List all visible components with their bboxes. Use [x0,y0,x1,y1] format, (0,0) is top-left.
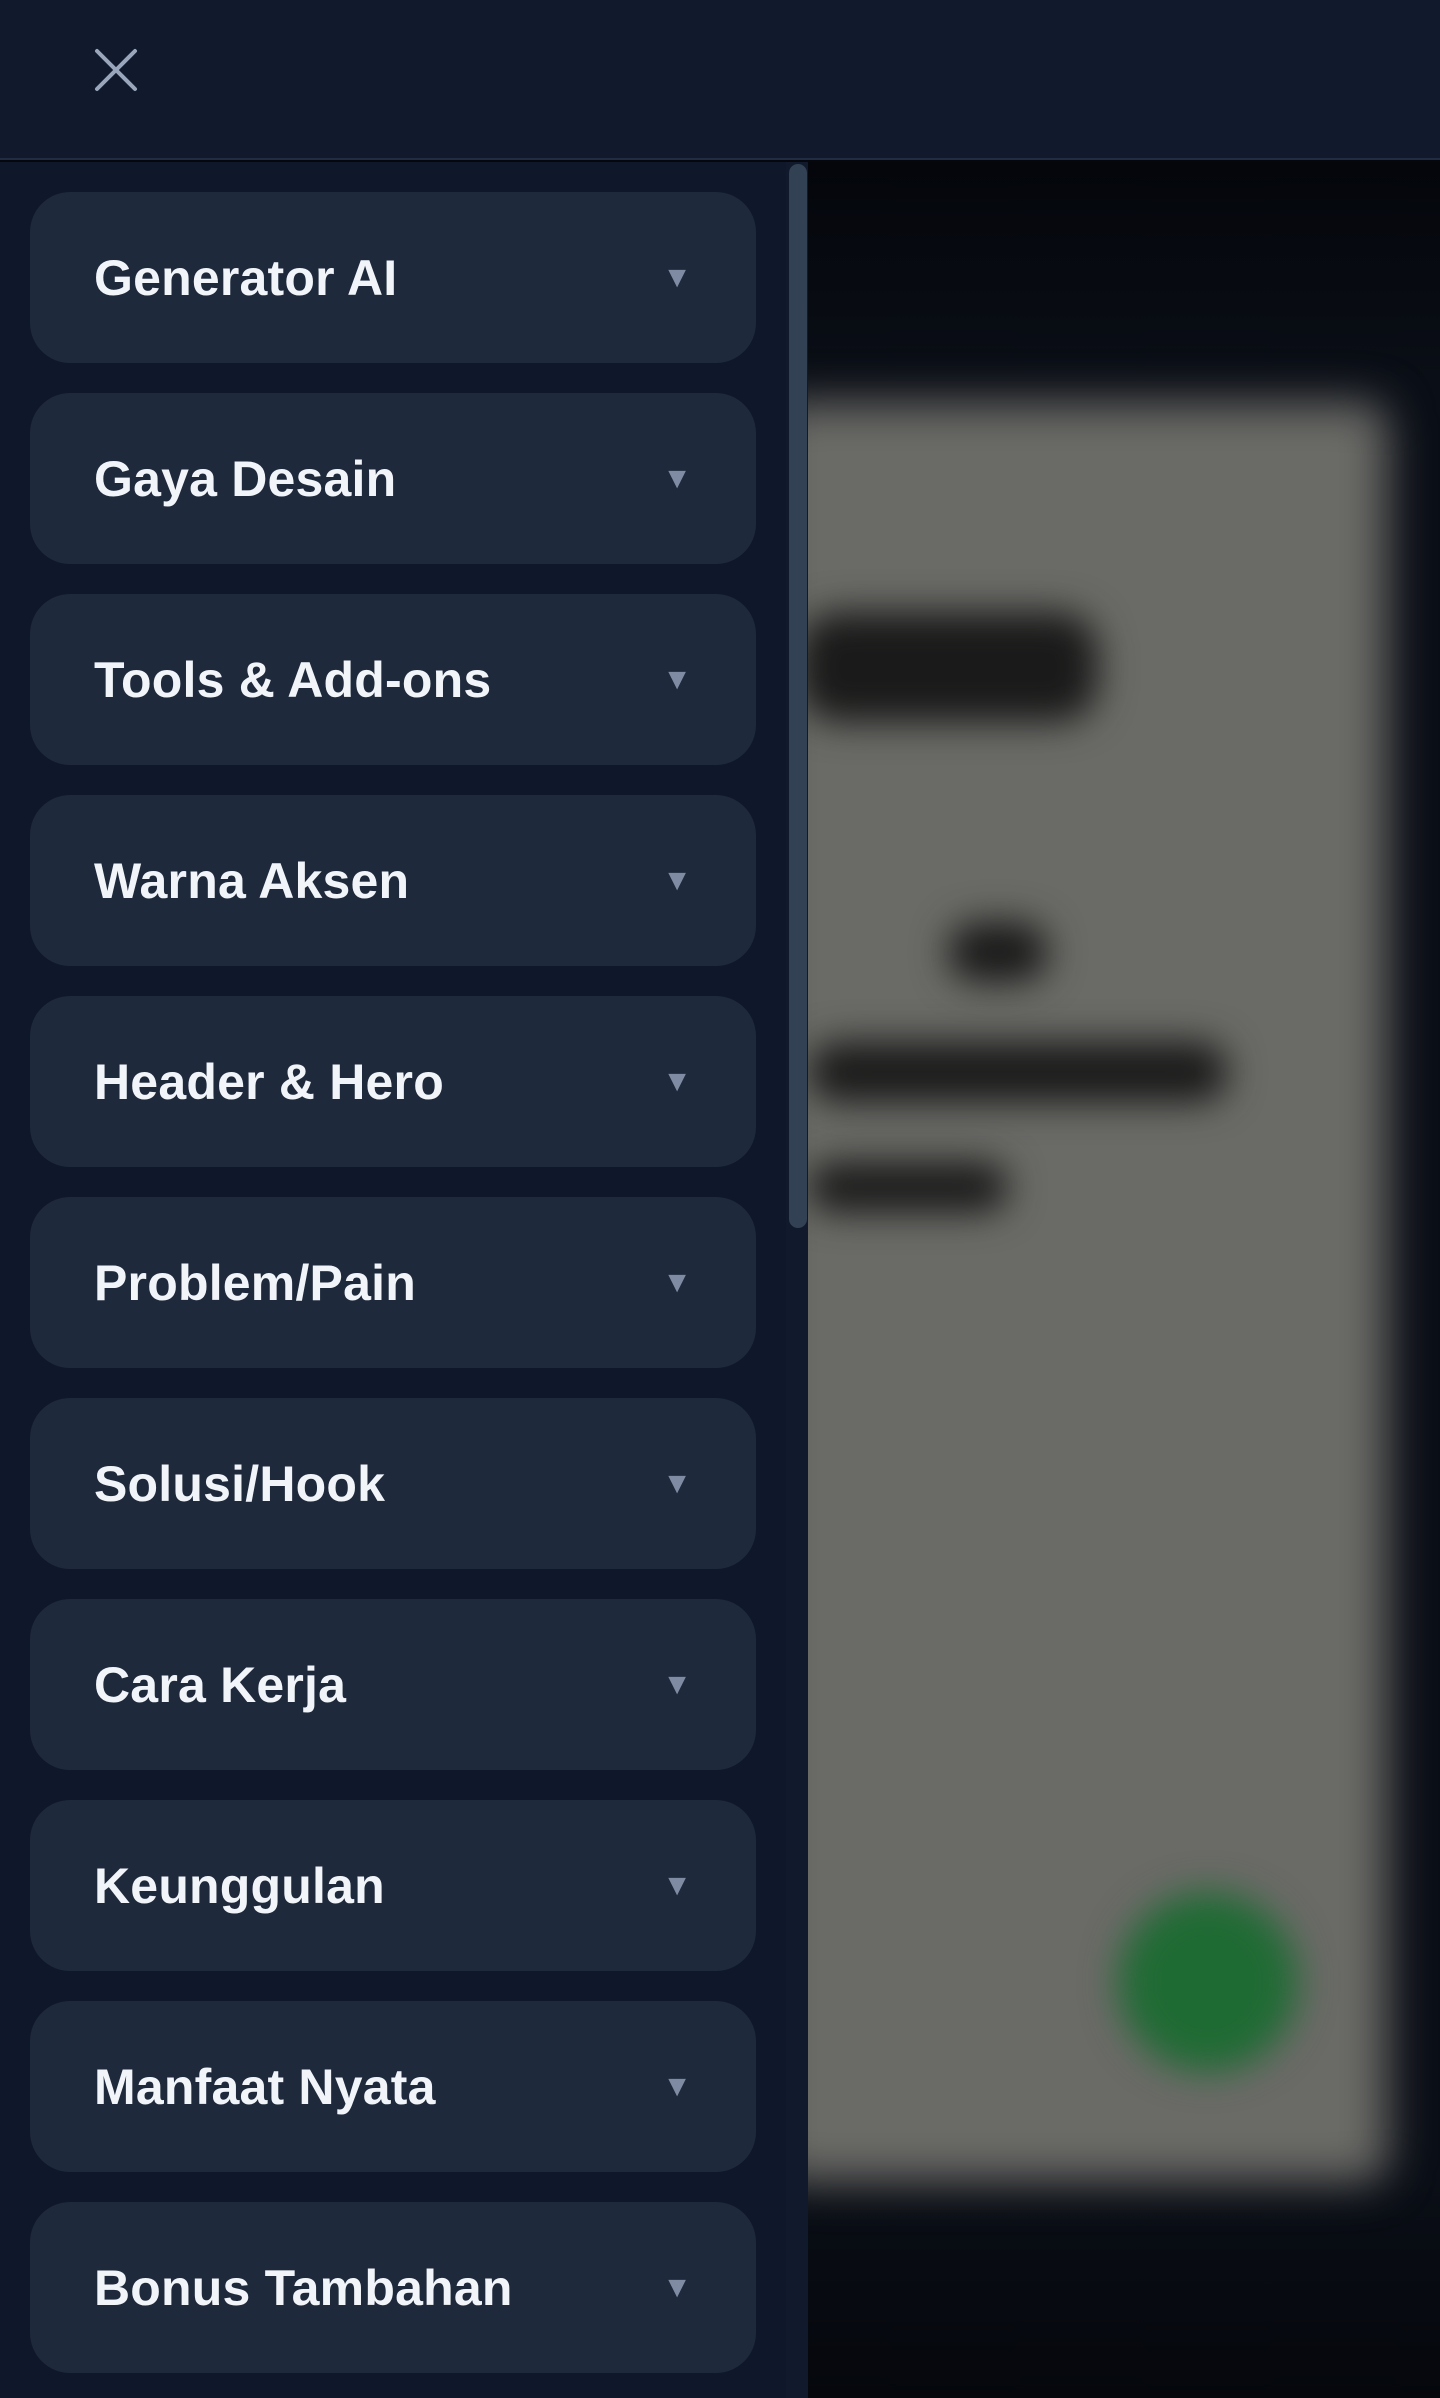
menu-item-label: Keunggulan [94,1857,385,1914]
menu-item-label: Manfaat Nyata [94,2058,436,2115]
menu-list: Generator AI ▼ Gaya Desain ▼ Tools & Add-ons… [30,192,756,2373]
menu-item-label: Cara Kerja [94,1656,347,1713]
preview-blob [808,1162,1008,1212]
menu-item-label: Generator AI [94,249,398,306]
menu-item-label: Tools & Add-ons [94,651,492,708]
caret-down-icon: ▼ [662,1466,692,1500]
preview-blob [808,1042,1228,1102]
menu-item[interactable]: Keunggulan ▼ [30,1800,756,1971]
caret-down-icon: ▼ [662,863,692,897]
menu-item[interactable]: Warna Aksen ▼ [30,795,756,966]
menu-item[interactable]: Bonus Tambahan ▼ [30,2202,756,2373]
menu-item-label: Gaya Desain [94,450,397,507]
menu-item[interactable]: Manfaat Nyata ▼ [30,2001,756,2172]
caret-down-icon: ▼ [662,260,692,294]
caret-down-icon: ▼ [662,1667,692,1701]
preview-blob-green [1118,1892,1298,2072]
caret-down-icon: ▼ [662,662,692,696]
close-button[interactable] [76,30,156,110]
caret-down-icon: ▼ [662,1868,692,1902]
preview-blob [948,922,1048,982]
menu-item[interactable]: Solusi/Hook ▼ [30,1398,756,1569]
scrollbar-thumb[interactable] [789,164,807,1228]
menu-item-label: Solusi/Hook [94,1455,386,1512]
menu-item-label: Bonus Tambahan [94,2259,513,2316]
top-bar [0,0,1440,160]
caret-down-icon: ▼ [662,461,692,495]
menu-item[interactable]: Header & Hero ▼ [30,996,756,1167]
close-icon [95,49,137,91]
menu-item[interactable]: Generator AI ▼ [30,192,756,363]
menu-item[interactable]: Cara Kerja ▼ [30,1599,756,1770]
scrollbar-track[interactable] [786,162,808,2398]
page-preview-backdrop [808,162,1440,2398]
caret-down-icon: ▼ [662,2069,692,2103]
caret-down-icon: ▼ [662,1064,692,1098]
preview-blob [808,612,1098,722]
sidebar-menu: Generator AI ▼ Gaya Desain ▼ Tools & Add-ons… [0,162,808,2398]
menu-item[interactable]: Tools & Add-ons ▼ [30,594,756,765]
menu-item-label: Warna Aksen [94,852,410,909]
caret-down-icon: ▼ [662,1265,692,1299]
menu-item-label: Problem/Pain [94,1254,416,1311]
menu-item[interactable]: Gaya Desain ▼ [30,393,756,564]
caret-down-icon: ▼ [662,2270,692,2304]
menu-item[interactable]: Problem/Pain ▼ [30,1197,756,1368]
menu-item-label: Header & Hero [94,1053,444,1110]
